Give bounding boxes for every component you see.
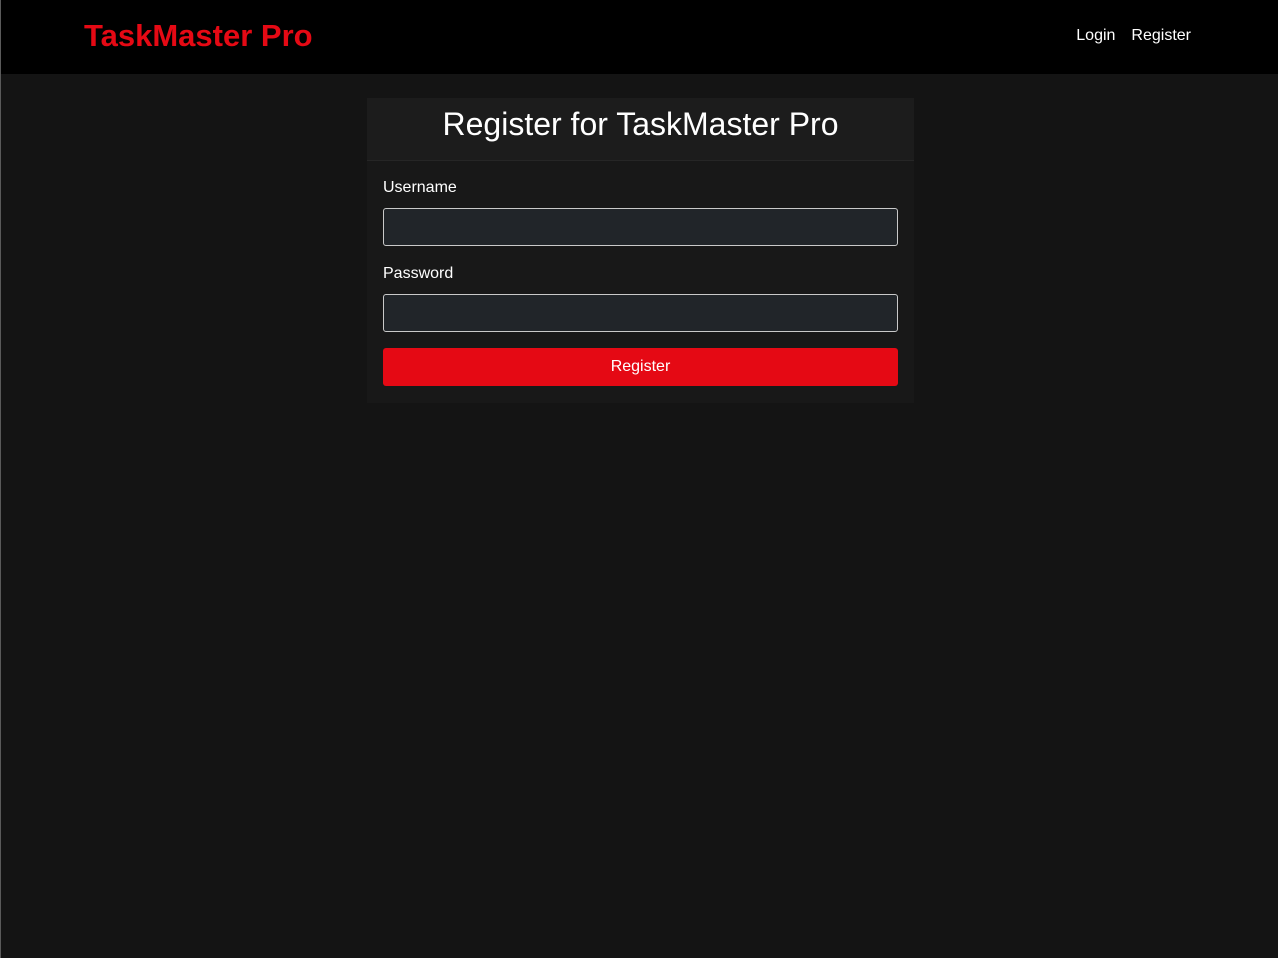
username-input[interactable] [383, 208, 898, 246]
nav-link-register[interactable]: Register [1131, 26, 1191, 46]
password-input[interactable] [383, 294, 898, 332]
register-button[interactable]: Register [383, 348, 898, 386]
password-label: Password [383, 265, 454, 282]
page-title: Register for TaskMaster Pro [442, 106, 839, 142]
nav-link-login[interactable]: Login [1076, 26, 1115, 46]
brand-logo[interactable]: TaskMaster Pro [84, 17, 313, 55]
navbar: TaskMaster Pro Login Register [1, 0, 1278, 74]
username-label: Username [383, 179, 457, 196]
register-card: Register for TaskMaster Pro Username Pas… [367, 98, 914, 403]
nav-links: Login Register [1076, 26, 1191, 46]
card-header: Register for TaskMaster Pro [367, 98, 914, 161]
